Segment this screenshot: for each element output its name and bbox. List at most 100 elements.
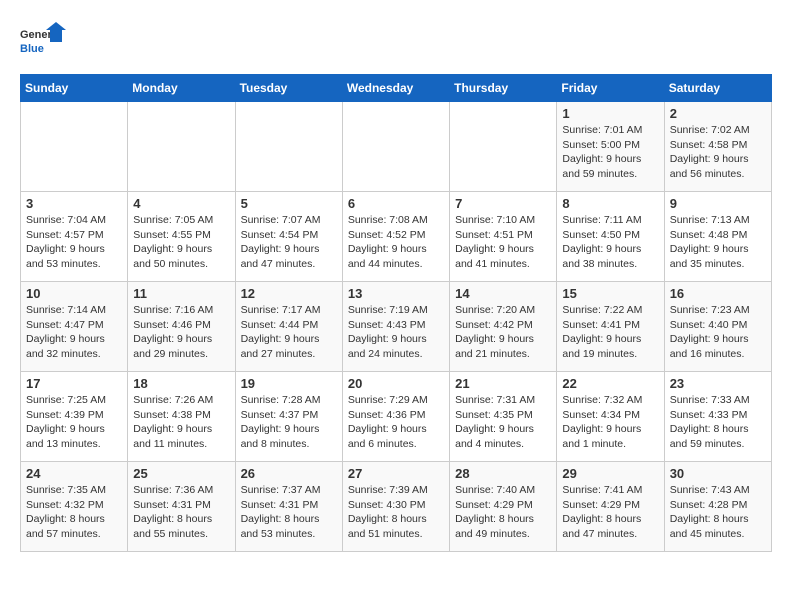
day-number: 6 (348, 196, 444, 211)
calendar-day-cell: 13 Sunrise: 7:19 AM Sunset: 4:43 PM Dayli… (342, 282, 449, 372)
calendar-day-cell: 11 Sunrise: 7:16 AM Sunset: 4:46 PM Dayli… (128, 282, 235, 372)
calendar-day-cell: 29Sunrise: 7:41 AM Sunset: 4:29 PM Dayli… (557, 462, 664, 552)
weekday-header-monday: Monday (128, 75, 235, 102)
day-number: 21 (455, 376, 551, 391)
calendar-week-row: 24 Sunrise: 7:35 AM Sunset: 4:32 PM Dayli… (21, 462, 772, 552)
day-info: Sunrise: 7:26 AM Sunset: 4:38 PM Dayligh… (133, 393, 229, 452)
calendar-week-row: 1Sunrise: 7:01 AM Sunset: 5:00 PM Daylig… (21, 102, 772, 192)
day-info: Sunrise: 7:22 AM Sunset: 4:41 PM Dayligh… (562, 303, 658, 362)
day-info: Sunrise: 7:08 AM Sunset: 4:52 PM Dayligh… (348, 213, 444, 272)
day-number: 7 (455, 196, 551, 211)
day-number: 9 (670, 196, 766, 211)
calendar-day-cell: 4 Sunrise: 7:05 AM Sunset: 4:55 PM Daylig… (128, 192, 235, 282)
day-info: Sunrise: 7:17 AM Sunset: 4:44 PM Dayligh… (241, 303, 337, 362)
calendar-day-cell: 21Sunrise: 7:31 AM Sunset: 4:35 PM Dayli… (450, 372, 557, 462)
day-number: 24 (26, 466, 122, 481)
calendar-day-cell: 5 Sunrise: 7:07 AM Sunset: 4:54 PM Daylig… (235, 192, 342, 282)
day-number: 12 (241, 286, 337, 301)
calendar-day-cell: 10Sunrise: 7:14 AM Sunset: 4:47 PM Dayli… (21, 282, 128, 372)
day-number: 20 (348, 376, 444, 391)
day-info: Sunrise: 7:02 AM Sunset: 4:58 PM Dayligh… (670, 123, 766, 182)
calendar-day-cell: 6 Sunrise: 7:08 AM Sunset: 4:52 PM Daylig… (342, 192, 449, 282)
weekday-header-tuesday: Tuesday (235, 75, 342, 102)
calendar-week-row: 3 Sunrise: 7:04 AM Sunset: 4:57 PM Daylig… (21, 192, 772, 282)
day-number: 16 (670, 286, 766, 301)
day-info: Sunrise: 7:35 AM Sunset: 4:32 PM Dayligh… (26, 483, 122, 542)
day-number: 11 (133, 286, 229, 301)
weekday-header-row: SundayMondayTuesdayWednesdayThursdayFrid… (21, 75, 772, 102)
day-number: 2 (670, 106, 766, 121)
empty-day-cell (450, 102, 557, 192)
calendar-day-cell: 1Sunrise: 7:01 AM Sunset: 5:00 PM Daylig… (557, 102, 664, 192)
svg-text:Blue: Blue (20, 43, 44, 55)
day-number: 19 (241, 376, 337, 391)
calendar-day-cell: 26Sunrise: 7:37 AM Sunset: 4:31 PM Dayli… (235, 462, 342, 552)
calendar-day-cell: 30 Sunrise: 7:43 AM Sunset: 4:28 PM Dayli… (664, 462, 771, 552)
day-info: Sunrise: 7:37 AM Sunset: 4:31 PM Dayligh… (241, 483, 337, 542)
day-number: 4 (133, 196, 229, 211)
day-info: Sunrise: 7:23 AM Sunset: 4:40 PM Dayligh… (670, 303, 766, 362)
day-info: Sunrise: 7:14 AM Sunset: 4:47 PM Dayligh… (26, 303, 122, 362)
day-number: 3 (26, 196, 122, 211)
empty-day-cell (21, 102, 128, 192)
calendar-day-cell: 19 Sunrise: 7:28 AM Sunset: 4:37 PM Dayli… (235, 372, 342, 462)
day-info: Sunrise: 7:29 AM Sunset: 4:36 PM Dayligh… (348, 393, 444, 452)
day-info: Sunrise: 7:43 AM Sunset: 4:28 PM Dayligh… (670, 483, 766, 542)
day-number: 30 (670, 466, 766, 481)
day-number: 23 (670, 376, 766, 391)
empty-day-cell (342, 102, 449, 192)
day-number: 28 (455, 466, 551, 481)
calendar-day-cell: 15 Sunrise: 7:22 AM Sunset: 4:41 PM Dayli… (557, 282, 664, 372)
empty-day-cell (235, 102, 342, 192)
calendar-day-cell: 20 Sunrise: 7:29 AM Sunset: 4:36 PM Dayli… (342, 372, 449, 462)
day-info: Sunrise: 7:13 AM Sunset: 4:48 PM Dayligh… (670, 213, 766, 272)
day-info: Sunrise: 7:36 AM Sunset: 4:31 PM Dayligh… (133, 483, 229, 542)
weekday-header-thursday: Thursday (450, 75, 557, 102)
calendar-day-cell: 18 Sunrise: 7:26 AM Sunset: 4:38 PM Dayli… (128, 372, 235, 462)
day-info: Sunrise: 7:11 AM Sunset: 4:50 PM Dayligh… (562, 213, 658, 272)
day-info: Sunrise: 7:04 AM Sunset: 4:57 PM Dayligh… (26, 213, 122, 272)
calendar-day-cell: 16 Sunrise: 7:23 AM Sunset: 4:40 PM Dayli… (664, 282, 771, 372)
weekday-header-wednesday: Wednesday (342, 75, 449, 102)
day-number: 18 (133, 376, 229, 391)
weekday-header-friday: Friday (557, 75, 664, 102)
calendar-day-cell: 3 Sunrise: 7:04 AM Sunset: 4:57 PM Daylig… (21, 192, 128, 282)
weekday-header-saturday: Saturday (664, 75, 771, 102)
day-info: Sunrise: 7:25 AM Sunset: 4:39 PM Dayligh… (26, 393, 122, 452)
day-number: 8 (562, 196, 658, 211)
day-number: 15 (562, 286, 658, 301)
calendar-day-cell: 24 Sunrise: 7:35 AM Sunset: 4:32 PM Dayli… (21, 462, 128, 552)
day-info: Sunrise: 7:40 AM Sunset: 4:29 PM Dayligh… (455, 483, 551, 542)
calendar-day-cell: 8 Sunrise: 7:11 AM Sunset: 4:50 PM Daylig… (557, 192, 664, 282)
day-number: 27 (348, 466, 444, 481)
day-number: 17 (26, 376, 122, 391)
day-info: Sunrise: 7:16 AM Sunset: 4:46 PM Dayligh… (133, 303, 229, 362)
calendar-week-row: 10Sunrise: 7:14 AM Sunset: 4:47 PM Dayli… (21, 282, 772, 372)
day-info: Sunrise: 7:05 AM Sunset: 4:55 PM Dayligh… (133, 213, 229, 272)
calendar-header: SundayMondayTuesdayWednesdayThursdayFrid… (21, 75, 772, 102)
day-number: 13 (348, 286, 444, 301)
calendar-day-cell: 17 Sunrise: 7:25 AM Sunset: 4:39 PM Dayli… (21, 372, 128, 462)
day-info: Sunrise: 7:39 AM Sunset: 4:30 PM Dayligh… (348, 483, 444, 542)
day-number: 25 (133, 466, 229, 481)
calendar-day-cell: 2 Sunrise: 7:02 AM Sunset: 4:58 PM Daylig… (664, 102, 771, 192)
calendar-day-cell: 9 Sunrise: 7:13 AM Sunset: 4:48 PM Daylig… (664, 192, 771, 282)
day-info: Sunrise: 7:41 AM Sunset: 4:29 PM Dayligh… (562, 483, 658, 542)
day-info: Sunrise: 7:33 AM Sunset: 4:33 PM Dayligh… (670, 393, 766, 452)
day-info: Sunrise: 7:28 AM Sunset: 4:37 PM Dayligh… (241, 393, 337, 452)
calendar-day-cell: 25 Sunrise: 7:36 AM Sunset: 4:31 PM Dayli… (128, 462, 235, 552)
day-number: 22 (562, 376, 658, 391)
logo-svg: General Blue (20, 20, 70, 64)
calendar-body: 1Sunrise: 7:01 AM Sunset: 5:00 PM Daylig… (21, 102, 772, 552)
day-number: 5 (241, 196, 337, 211)
calendar-table: SundayMondayTuesdayWednesdayThursdayFrid… (20, 74, 772, 552)
day-info: Sunrise: 7:19 AM Sunset: 4:43 PM Dayligh… (348, 303, 444, 362)
calendar-day-cell: 28 Sunrise: 7:40 AM Sunset: 4:29 PM Dayli… (450, 462, 557, 552)
day-info: Sunrise: 7:10 AM Sunset: 4:51 PM Dayligh… (455, 213, 551, 272)
day-info: Sunrise: 7:32 AM Sunset: 4:34 PM Dayligh… (562, 393, 658, 452)
calendar-day-cell: 14Sunrise: 7:20 AM Sunset: 4:42 PM Dayli… (450, 282, 557, 372)
page-header: General Blue (20, 20, 772, 64)
calendar-day-cell: 27 Sunrise: 7:39 AM Sunset: 4:30 PM Dayli… (342, 462, 449, 552)
day-info: Sunrise: 7:07 AM Sunset: 4:54 PM Dayligh… (241, 213, 337, 272)
calendar-day-cell: 12 Sunrise: 7:17 AM Sunset: 4:44 PM Dayli… (235, 282, 342, 372)
